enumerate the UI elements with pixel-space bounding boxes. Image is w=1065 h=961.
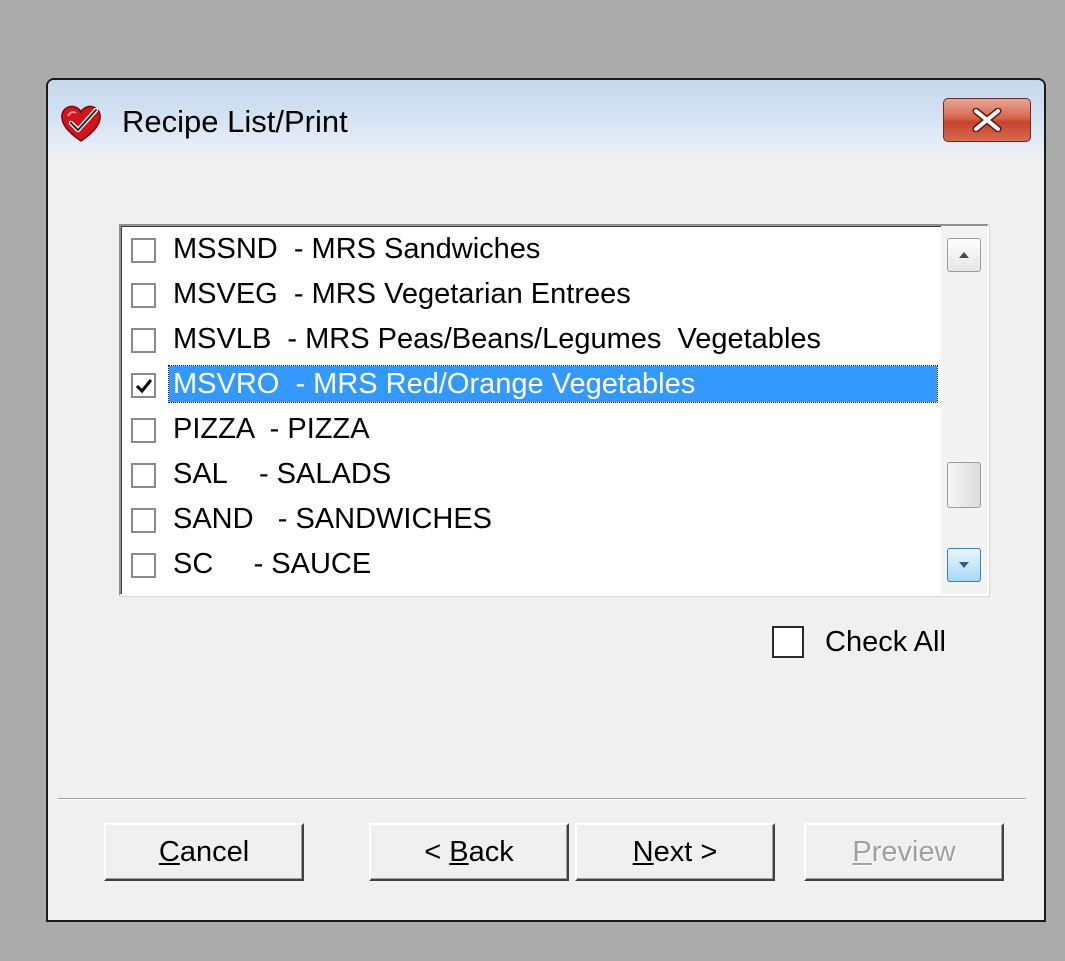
scroll-down-button[interactable] <box>947 548 981 582</box>
recipe-list-print-dialog: Recipe List/Print MSSND - MRS Sandwiches… <box>46 78 1046 922</box>
next-mnemonic: N <box>632 836 654 868</box>
next-label: ext > <box>653 836 718 868</box>
list-item-checkbox[interactable] <box>131 463 156 488</box>
list-item-label[interactable]: MSVLB - MRS Peas/Beans/Legumes Vegetable… <box>169 321 825 357</box>
scroll-thumb[interactable] <box>947 462 981 508</box>
checkmark-icon <box>135 379 153 394</box>
cancel-label: ancel <box>179 836 250 868</box>
scroll-down-icon <box>959 562 969 568</box>
close-button[interactable] <box>943 98 1031 142</box>
heart-check-icon <box>60 104 102 144</box>
preview-mnemonic: P <box>852 836 872 868</box>
title-bar[interactable]: Recipe List/Print <box>48 80 1044 163</box>
list-item-label[interactable]: MSVEG - MRS Vegetarian Entrees <box>169 276 635 312</box>
back-button[interactable]: < Back <box>369 823 569 881</box>
cancel-mnemonic: C <box>158 836 180 868</box>
list-item-label[interactable]: MSSND - MRS Sandwiches <box>169 231 544 267</box>
list-item-checkbox[interactable] <box>131 553 156 578</box>
cancel-button[interactable]: Cancel <box>104 823 304 881</box>
list-item-label[interactable]: PIZZA - PIZZA <box>169 411 374 447</box>
preview-label: review <box>871 836 956 868</box>
list-item-checkbox[interactable] <box>131 508 156 533</box>
check-all-checkbox[interactable] <box>772 626 804 658</box>
list-item-label[interactable]: SAL - SALADS <box>169 456 395 492</box>
back-mnemonic: B <box>449 836 469 868</box>
list-item-checkbox[interactable] <box>131 328 156 353</box>
preview-button[interactable]: Preview <box>804 823 1004 881</box>
list-item-checkbox[interactable] <box>131 283 156 308</box>
scroll-up-button[interactable] <box>947 238 981 272</box>
back-prefix: < <box>424 836 450 868</box>
list-item-checkbox[interactable] <box>131 238 156 263</box>
separator <box>58 798 1026 800</box>
scroll-up-icon <box>959 252 969 258</box>
recipe-category-list[interactable]: MSSND - MRS Sandwiches MSVEG - MRS Veget… <box>119 224 989 596</box>
window-title: Recipe List/Print <box>122 104 348 139</box>
list-scrollbar[interactable] <box>941 226 987 594</box>
list-item-checkbox[interactable] <box>131 418 156 443</box>
check-all-label[interactable]: Check All <box>825 622 946 662</box>
list-item-checkbox-checked[interactable] <box>131 373 156 398</box>
list-item-label[interactable]: MSVRO - MRS Red/Orange Vegetables <box>168 365 938 403</box>
back-label: ack <box>468 836 514 868</box>
list-item-label[interactable]: SC - SAUCE <box>169 546 375 582</box>
list-item-label[interactable]: SAND - SANDWICHES <box>169 501 496 537</box>
next-button[interactable]: Next > <box>575 823 775 881</box>
